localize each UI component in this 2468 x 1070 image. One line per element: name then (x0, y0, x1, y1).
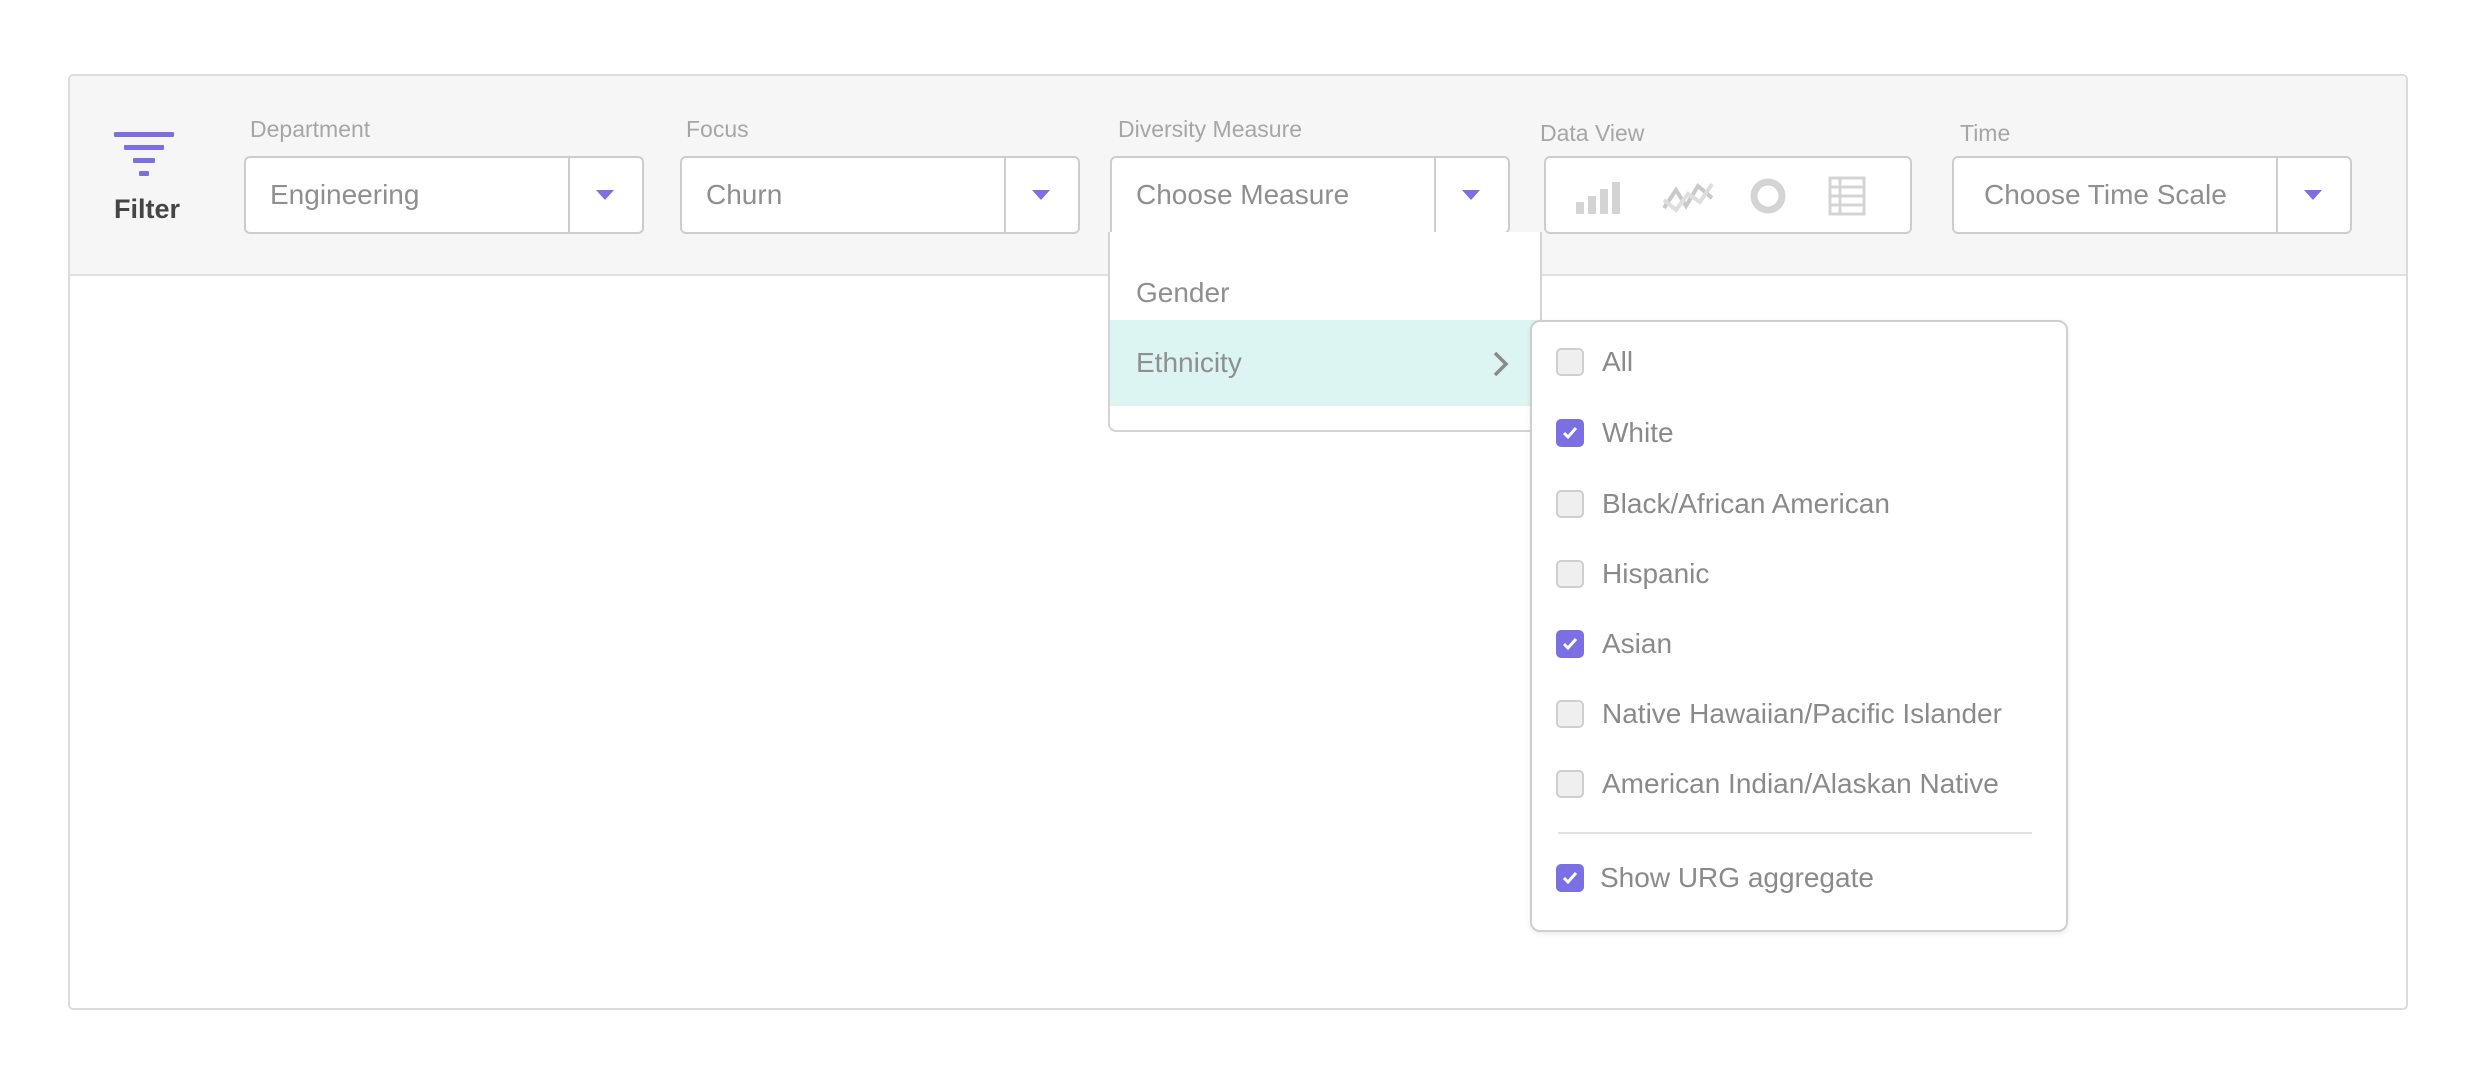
option-label: Hispanic (1602, 558, 1710, 589)
option-label: Show URG aggregate (1600, 862, 1874, 893)
option-label: Asian (1602, 628, 1673, 659)
checkbox[interactable] (1556, 700, 1584, 728)
bar-chart-icon[interactable] (1574, 176, 1626, 216)
table-icon[interactable] (1822, 176, 1874, 216)
focus-dropdown-button[interactable] (1004, 158, 1078, 232)
filter-label: Filter (114, 194, 181, 224)
focus-value: Churn (706, 179, 783, 210)
divider (1558, 832, 2032, 834)
donut-chart-icon[interactable] (1742, 176, 1794, 216)
focus-label: Focus (686, 116, 749, 142)
checkmark-icon (1562, 638, 1578, 651)
option-label: Black/African American (1602, 488, 1890, 519)
data-view-label: Data View (1540, 120, 1645, 146)
checkbox[interactable] (1556, 770, 1584, 798)
time-select[interactable]: Choose Time Scale (1952, 156, 2352, 234)
checkmark-icon (1562, 427, 1578, 440)
menu-item-ethnicity[interactable]: Ethnicity (1110, 320, 1540, 406)
ethnicity-submenu: All White Black/African American Hispani… (1530, 320, 2068, 932)
diversity-measure-select[interactable]: Choose Measure (1110, 156, 1510, 234)
checkbox[interactable] (1556, 560, 1584, 588)
department-value: Engineering (270, 179, 420, 210)
department-dropdown-button[interactable] (568, 158, 642, 232)
focus-select[interactable]: Churn (680, 156, 1080, 234)
line-chart-icon[interactable] (1662, 176, 1714, 216)
diversity-measure-menu: Gender Ethnicity (1108, 232, 1542, 432)
chevron-right-icon (1493, 351, 1509, 377)
menu-item-label: Gender (1136, 277, 1230, 308)
department-select[interactable]: Engineering (244, 156, 644, 234)
diversity-measure-value: Choose Measure (1136, 179, 1350, 210)
checkbox-checked[interactable] (1556, 864, 1584, 892)
caret-down-icon (1462, 190, 1480, 200)
data-view-group (1544, 156, 1912, 234)
filter-icon (114, 132, 174, 176)
option-label: American Indian/Alaskan Native (1602, 768, 1999, 799)
department-label: Department (250, 116, 371, 142)
diversity-measure-dropdown-button[interactable] (1434, 158, 1508, 232)
checkmark-icon (1562, 872, 1578, 885)
caret-down-icon (1032, 190, 1050, 200)
option-label: White (1602, 417, 1674, 448)
time-dropdown-button[interactable] (2276, 158, 2350, 232)
option-label: All (1602, 346, 1634, 377)
time-value: Choose Time Scale (1984, 179, 2227, 210)
caret-down-icon (2304, 190, 2322, 200)
time-label: Time (1960, 120, 2011, 146)
checkbox-checked[interactable] (1556, 630, 1584, 658)
checkbox[interactable] (1556, 348, 1584, 376)
diversity-measure-label: Diversity Measure (1118, 116, 1303, 142)
checkbox[interactable] (1556, 490, 1584, 518)
checkbox-checked[interactable] (1556, 419, 1584, 447)
option-label: Native Hawaiian/Pacific Islander (1602, 698, 2002, 729)
caret-down-icon (596, 190, 614, 200)
menu-item-label: Ethnicity (1136, 347, 1242, 378)
